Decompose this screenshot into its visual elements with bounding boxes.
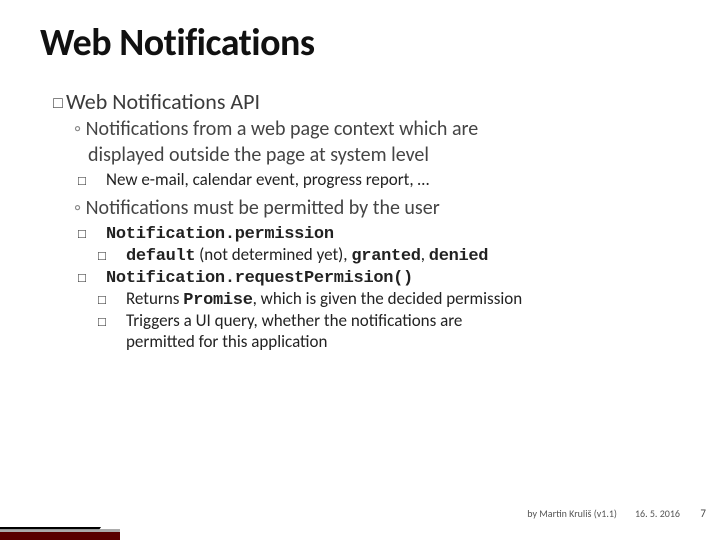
point-context: ◦ Notifications from a web page context … <box>74 117 680 141</box>
text: Notifications from a web page context wh… <box>86 117 479 141</box>
code: Notification.permission <box>106 225 334 244</box>
point-permission: ◦ Notifications must be permitted by the… <box>74 196 680 220</box>
text: permitted for this application <box>126 331 327 352</box>
heading-api: □Web Notifications API <box>50 88 680 115</box>
triggers-ui-line2: permitted for this application <box>112 331 680 352</box>
corner-decoration <box>0 500 120 540</box>
square-bullet-icon: □ <box>112 292 126 307</box>
page-number: 7 <box>700 507 706 520</box>
text: displayed outside the page at system lev… <box>88 143 429 167</box>
example-notifications: □New e-mail, calendar event, progress re… <box>92 169 680 190</box>
ring-bullet-icon: ◦ <box>74 117 86 141</box>
footer-date: 16. 5. 2016 <box>635 507 680 520</box>
slide: Web Notifications □Web Notifications API… <box>0 0 720 540</box>
triggers-ui: □Triggers a UI query, whether the notifi… <box>112 310 680 331</box>
slide-title: Web Notifications <box>40 20 680 66</box>
api-permission-prop: □Notification.permission <box>92 222 680 244</box>
text: Notifications must be permitted by the u… <box>86 196 440 220</box>
square-bullet-icon: □ <box>112 314 126 329</box>
code-default: default <box>126 247 195 266</box>
footer: by Martin Kruliš (v1.1) 16. 5. 2016 <box>527 507 680 520</box>
square-bullet-icon: □ <box>92 270 106 285</box>
api-request-permission: □Notification.requestPermision() <box>92 266 680 288</box>
square-bullet-icon: □ <box>92 173 106 188</box>
ring-bullet-icon: ◦ <box>74 196 86 220</box>
text: , <box>421 244 429 265</box>
point-context-line2: displayed outside the page at system lev… <box>74 143 680 167</box>
code-denied: denied <box>429 247 488 266</box>
permission-values: □default (not determined yet), granted, … <box>112 244 680 266</box>
code: Notification.requestPermision() <box>106 269 413 288</box>
heading-prefix: Web <box>66 88 107 115</box>
returns-promise: □Returns Promise, which is given the dec… <box>112 288 680 310</box>
square-bullet-icon: □ <box>92 226 106 241</box>
square-bullet-icon: □ <box>112 248 126 263</box>
text: Returns <box>126 288 183 309</box>
code-promise: Promise <box>183 291 252 310</box>
text: New e-mail, calendar event, progress rep… <box>106 169 429 190</box>
text: Triggers a UI query, whether the notific… <box>126 310 462 331</box>
footer-author: by Martin Kruliš (v1.1) <box>527 507 617 520</box>
text: , which is given the decided permission <box>253 288 523 309</box>
square-bullet-icon: □ <box>50 95 66 113</box>
text: (not determined yet), <box>195 244 351 265</box>
heading-rest: Notifications API <box>107 88 260 115</box>
code-granted: granted <box>351 247 420 266</box>
